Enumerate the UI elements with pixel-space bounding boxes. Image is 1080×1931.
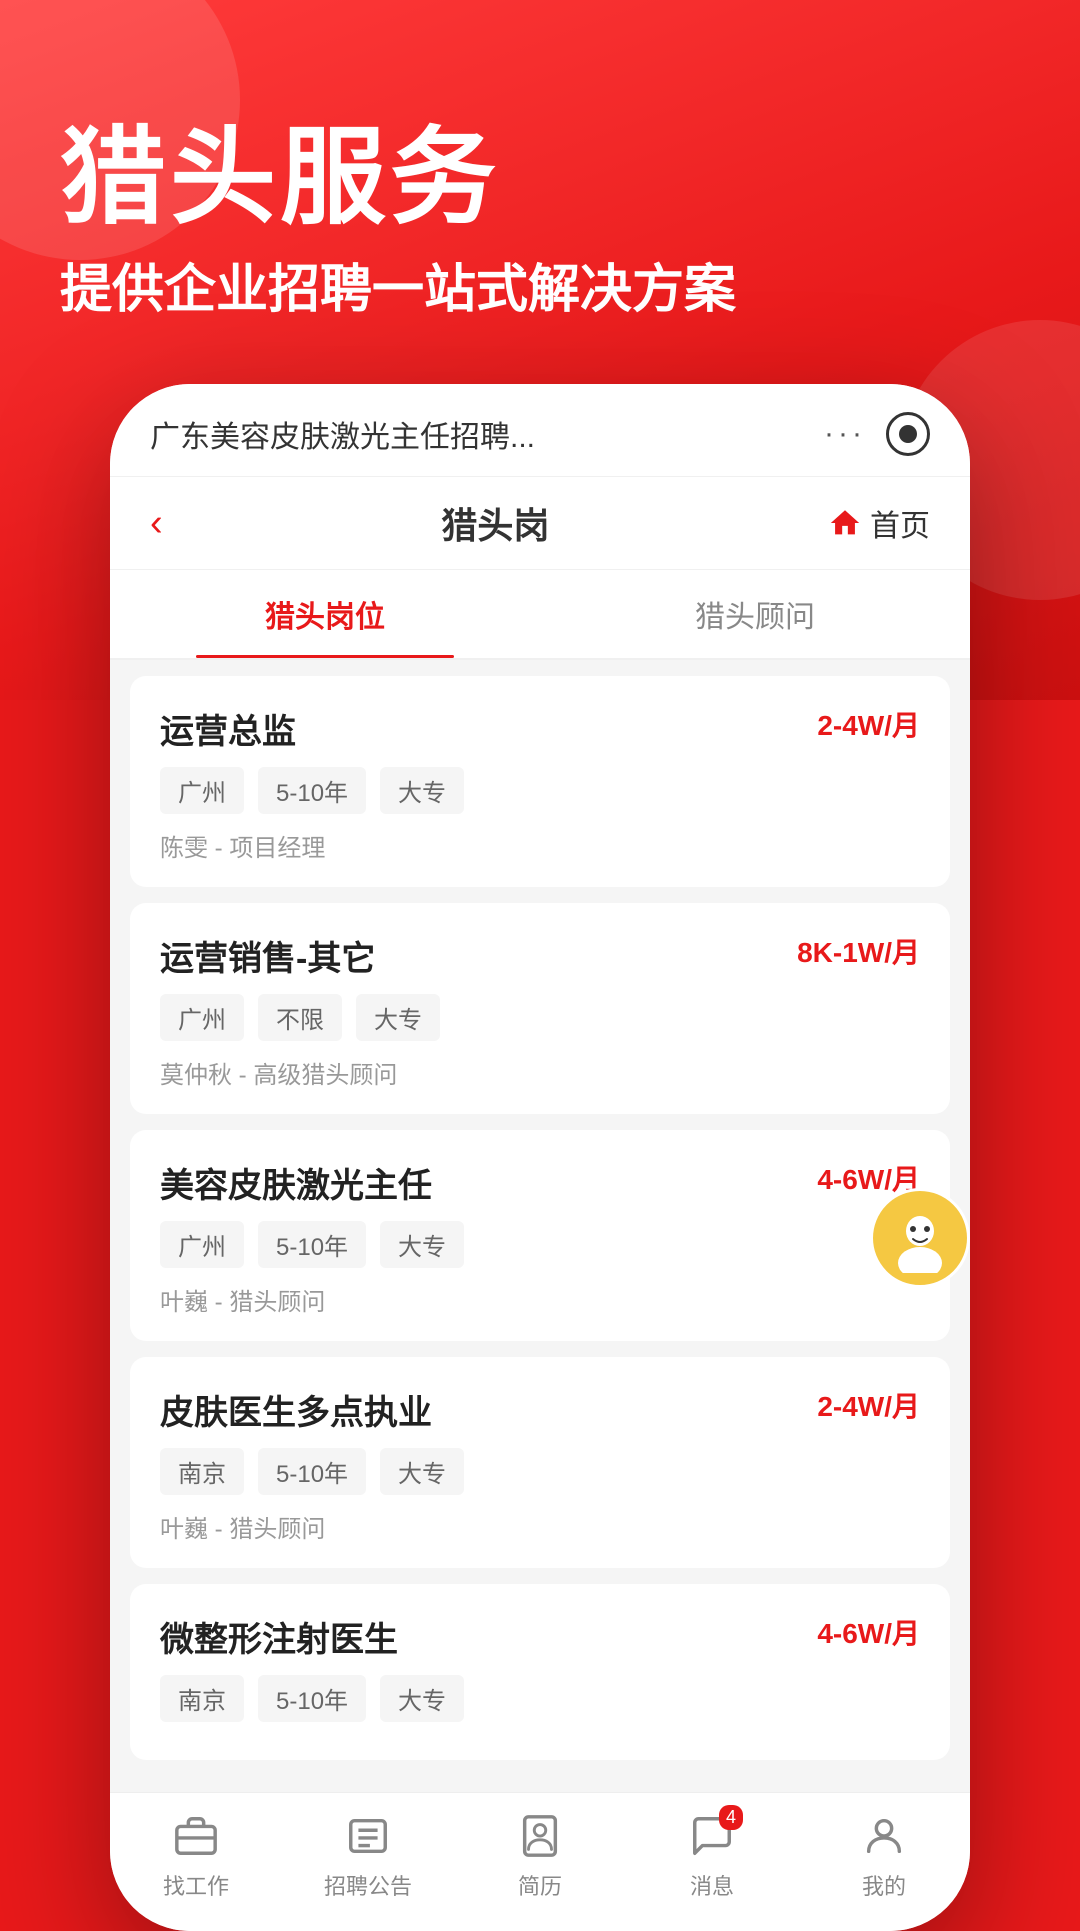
tab-consultants[interactable]: 猎头顾问 <box>540 570 970 658</box>
home-icon <box>828 506 862 540</box>
message-badge: 4 <box>719 1805 743 1830</box>
job-title: 微整形注射医生 <box>160 1612 398 1661</box>
nav-profile[interactable]: 我的 <box>798 1811 970 1901</box>
phone-tabs: 猎头岗位 猎头顾问 <box>110 570 970 660</box>
topbar-icons: ··· <box>824 412 930 456</box>
job-title: 美容皮肤激光主任 <box>160 1158 432 1207</box>
resume-icon <box>515 1811 565 1861</box>
job-tags: 南京 5-10年 大专 <box>160 1448 920 1495</box>
tag-location: 南京 <box>160 1675 244 1722</box>
tag-education: 大专 <box>380 767 464 814</box>
announce-icon <box>343 1811 393 1861</box>
hero-subtitle: 提供企业招聘一站式解决方案 <box>60 257 1020 325</box>
camera-inner-dot <box>899 425 917 443</box>
back-button[interactable]: ‹ <box>150 502 163 545</box>
briefcase-icon <box>171 1811 221 1861</box>
nav-resume-label: 简历 <box>518 1869 562 1901</box>
tag-experience: 5-10年 <box>258 1448 366 1495</box>
job-title: 运营总监 <box>160 704 296 753</box>
hero-title: 猎头服务 <box>60 120 1020 237</box>
nav-find-job[interactable]: 找工作 <box>110 1811 282 1901</box>
job-salary: 8K-1W/月 <box>797 931 920 971</box>
phone-navbar: ‹ 猎头岗 首页 <box>110 477 970 570</box>
tag-location: 南京 <box>160 1448 244 1495</box>
job-list: 运营总监 2-4W/月 广州 5-10年 大专 陈雯 - 项目经理 运营销售-其… <box>110 660 970 1792</box>
tag-location: 广州 <box>160 994 244 1041</box>
nav-message[interactable]: 4 消息 <box>626 1811 798 1901</box>
job-tags: 广州 不限 大专 <box>160 994 920 1041</box>
job-tags: 广州 5-10年 大专 <box>160 767 920 814</box>
job-title: 运营销售-其它 <box>160 931 375 980</box>
hero-section: 猎头服务 提供企业招聘一站式解决方案 <box>0 0 1080 324</box>
job-tags: 南京 5-10年 大专 <box>160 1675 920 1722</box>
job-consultant: 叶巍 - 猎头顾问 <box>160 1282 920 1317</box>
tag-experience: 不限 <box>258 994 342 1041</box>
tag-education: 大专 <box>380 1221 464 1268</box>
home-button[interactable]: 首页 <box>828 501 930 545</box>
tag-location: 广州 <box>160 1221 244 1268</box>
tab-positions[interactable]: 猎头岗位 <box>110 570 540 658</box>
job-card[interactable]: 皮肤医生多点执业 2-4W/月 南京 5-10年 大专 叶巍 - 猎头顾问 <box>130 1357 950 1568</box>
nav-profile-label: 我的 <box>862 1869 906 1901</box>
topbar-title: 广东美容皮肤激光主任招聘... <box>150 412 824 456</box>
job-card[interactable]: 微整形注射医生 4-6W/月 南京 5-10年 大专 <box>130 1584 950 1760</box>
job-tags: 广州 5-10年 大专 <box>160 1221 920 1268</box>
nav-recruit-label: 招聘公告 <box>324 1869 412 1901</box>
tag-education: 大专 <box>380 1448 464 1495</box>
camera-icon[interactable] <box>886 412 930 456</box>
message-icon: 4 <box>687 1811 737 1861</box>
tag-location: 广州 <box>160 767 244 814</box>
job-consultant: 陈雯 - 项目经理 <box>160 828 920 863</box>
job-title: 皮肤医生多点执业 <box>160 1385 432 1434</box>
tag-experience: 5-10年 <box>258 1221 366 1268</box>
job-salary: 2-4W/月 <box>817 1385 920 1425</box>
nav-message-label: 消息 <box>690 1869 734 1901</box>
home-label: 首页 <box>870 501 930 545</box>
floating-avatar <box>870 1188 970 1288</box>
tag-education: 大专 <box>380 1675 464 1722</box>
nav-recruit[interactable]: 招聘公告 <box>282 1811 454 1901</box>
phone-mockup: 广东美容皮肤激光主任招聘... ··· ‹ 猎头岗 首页 猎头岗位 猎头顾问 <box>110 384 970 1931</box>
job-salary: 2-4W/月 <box>817 704 920 744</box>
bottom-nav: 找工作 招聘公告 简历 <box>110 1792 970 1931</box>
tag-experience: 5-10年 <box>258 1675 366 1722</box>
navbar-title: 猎头岗 <box>441 497 549 549</box>
job-consultant: 莫仲秋 - 高级猎头顾问 <box>160 1055 920 1090</box>
job-card[interactable]: 运营总监 2-4W/月 广州 5-10年 大专 陈雯 - 项目经理 <box>130 676 950 887</box>
job-card[interactable]: 美容皮肤激光主任 4-6W/月 广州 5-10年 大专 叶巍 - 猎头顾问 <box>130 1130 950 1341</box>
job-card[interactable]: 运营销售-其它 8K-1W/月 广州 不限 大专 莫仲秋 - 高级猎头顾问 <box>130 903 950 1114</box>
nav-resume[interactable]: 简历 <box>454 1811 626 1901</box>
job-salary: 4-6W/月 <box>817 1612 920 1652</box>
tag-experience: 5-10年 <box>258 767 366 814</box>
tag-education: 大专 <box>356 994 440 1041</box>
phone-topbar: 广东美容皮肤激光主任招聘... ··· <box>110 384 970 477</box>
nav-find-job-label: 找工作 <box>163 1869 229 1901</box>
job-consultant: 叶巍 - 猎头顾问 <box>160 1509 920 1544</box>
more-dots-icon[interactable]: ··· <box>824 417 866 451</box>
profile-icon <box>859 1811 909 1861</box>
